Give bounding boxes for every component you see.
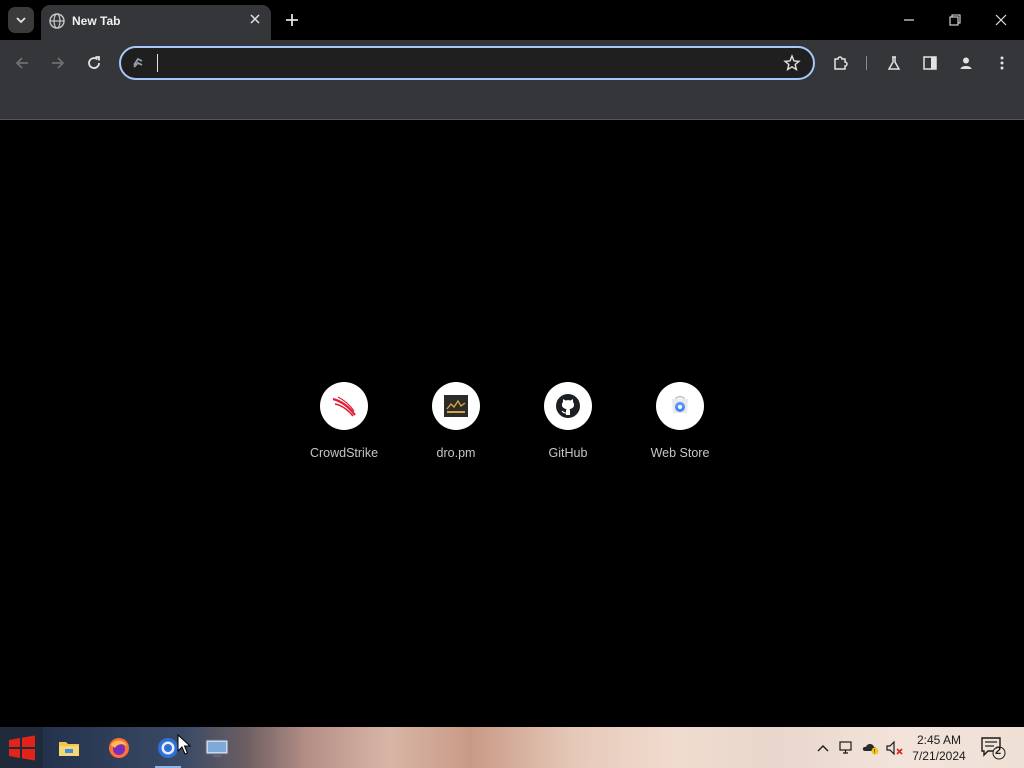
toolbar-divider xyxy=(866,56,867,70)
onedrive-warning-icon: ! xyxy=(862,744,879,755)
start-button[interactable] xyxy=(0,727,43,768)
tab-title: New Tab xyxy=(72,14,121,28)
taskbar-firefox[interactable] xyxy=(100,730,138,766)
minimize-button[interactable] xyxy=(886,0,932,40)
shortcut-icon-circle xyxy=(656,382,704,430)
forward-button[interactable] xyxy=(44,49,72,77)
extensions-icon xyxy=(834,56,848,70)
chevron-down-icon xyxy=(16,17,26,24)
shortcut-github[interactable]: GitHub xyxy=(512,380,624,470)
shortcut-crowdstrike[interactable]: CrowdStrike xyxy=(288,380,400,470)
new-tab-button[interactable] xyxy=(280,8,304,32)
address-input[interactable] xyxy=(155,52,775,74)
labs-button[interactable] xyxy=(880,49,908,77)
shortcut-label: CrowdStrike xyxy=(309,446,379,460)
menu-icon xyxy=(1000,56,1004,70)
clock-time: 2:45 AM xyxy=(916,733,962,747)
profile-button[interactable] xyxy=(952,49,980,77)
notification-icon xyxy=(981,737,1006,760)
network-tray-button[interactable] xyxy=(838,739,856,757)
globe-icon xyxy=(49,13,65,29)
plus-icon xyxy=(286,14,298,26)
tab-close-button[interactable] xyxy=(247,11,263,27)
shortcut-icon-circle xyxy=(432,382,480,430)
browser-toolbar xyxy=(0,40,1024,85)
taskbar-remote-desktop[interactable] xyxy=(198,730,236,766)
shortcut-label: Web Store xyxy=(650,446,710,460)
shortcut-tiles: CrowdStrike dro.pm GitHub Web Store xyxy=(288,380,736,470)
tab-strip: New Tab xyxy=(0,0,1024,40)
volume-muted-icon xyxy=(886,741,903,755)
windows-taskbar: ! 2:45 AM 7/21/2024 2 xyxy=(0,727,1024,768)
chrome-icon xyxy=(158,738,178,758)
taskbar-file-explorer[interactable] xyxy=(50,730,88,766)
chevron-up-icon xyxy=(817,745,829,752)
firefox-icon xyxy=(109,738,129,758)
github-icon xyxy=(556,394,580,418)
bookmark-star-icon[interactable] xyxy=(783,54,801,72)
file-explorer-icon xyxy=(59,742,79,756)
network-icon xyxy=(839,741,852,754)
side-panel-icon xyxy=(923,56,937,70)
site-info-icon xyxy=(133,57,143,68)
notification-count: 2 xyxy=(995,745,1002,757)
text-caret xyxy=(157,54,158,72)
reload-icon xyxy=(88,56,100,69)
onedrive-tray-button[interactable]: ! xyxy=(862,739,880,757)
restore-button[interactable] xyxy=(932,0,978,40)
forward-arrow-icon xyxy=(52,57,65,69)
tab-search-button[interactable] xyxy=(8,7,34,33)
tab-new-tab[interactable]: New Tab xyxy=(41,5,271,40)
profile-icon xyxy=(960,57,972,69)
volume-tray-button[interactable] xyxy=(886,739,904,757)
close-icon xyxy=(250,14,260,24)
shortcut-label: dro.pm xyxy=(436,446,476,460)
shortcut-label: GitHub xyxy=(548,446,588,460)
new-tab-page: CrowdStrike dro.pm GitHub Web Store xyxy=(0,121,1024,727)
reload-button[interactable] xyxy=(80,49,108,77)
minimize-icon xyxy=(904,19,914,21)
clock-date: 7/21/2024 xyxy=(912,749,966,763)
shortcut-web-store[interactable]: Web Store xyxy=(624,380,736,470)
show-hidden-icons-button[interactable] xyxy=(814,739,832,757)
chrome-menu-button[interactable] xyxy=(988,49,1016,77)
shortcut-dropm[interactable]: dro.pm xyxy=(400,380,512,470)
close-icon xyxy=(995,14,1007,26)
labs-flask-icon xyxy=(887,56,901,70)
action-center-button[interactable]: 2 xyxy=(980,736,1006,760)
dropm-icon xyxy=(444,395,468,417)
side-panel-button[interactable] xyxy=(916,49,944,77)
address-bar[interactable] xyxy=(119,46,815,80)
back-button[interactable] xyxy=(8,49,36,77)
shortcut-icon-circle xyxy=(320,382,368,430)
bookmarks-bar xyxy=(0,85,1024,120)
extensions-button[interactable] xyxy=(827,49,855,77)
mouse-pointer-icon xyxy=(177,734,191,755)
taskbar-clock[interactable]: 2:45 AM 7/21/2024 xyxy=(904,732,974,764)
back-arrow-icon xyxy=(15,57,28,69)
crowdstrike-icon xyxy=(332,396,356,417)
restore-icon xyxy=(949,14,961,26)
shortcut-icon-circle xyxy=(544,382,592,430)
close-window-button[interactable] xyxy=(978,0,1024,40)
remote-desktop-icon xyxy=(205,739,229,757)
web-store-icon xyxy=(672,396,688,413)
windows-logo-icon xyxy=(8,735,35,760)
